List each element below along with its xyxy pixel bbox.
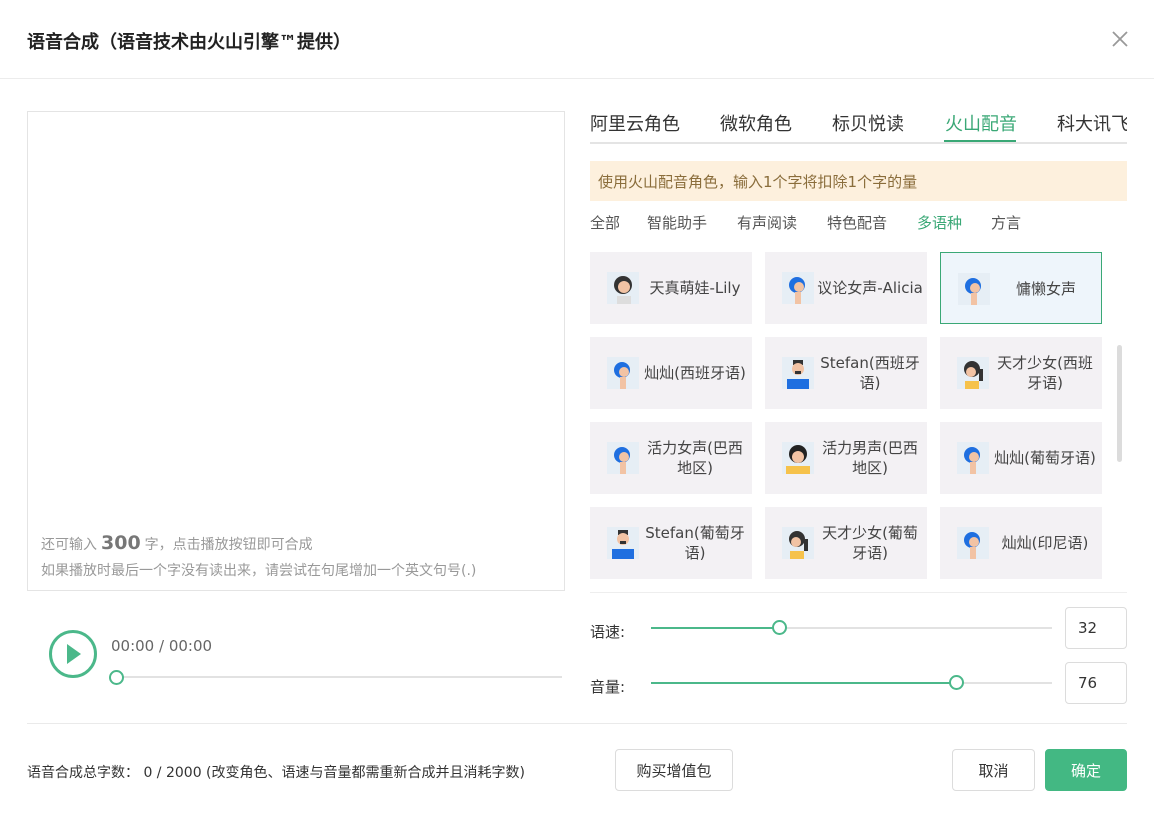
woman-avatar-icon	[607, 357, 639, 389]
voice-card[interactable]: 议论女声-Alicia	[765, 252, 927, 324]
young-man-avatar-icon	[782, 442, 814, 474]
voice-card[interactable]: Stefan(西班牙语)	[765, 337, 927, 409]
voice-card[interactable]: 灿灿(印尼语)	[940, 507, 1102, 579]
speed-slider-fill	[651, 627, 780, 629]
woman-avatar-icon	[782, 272, 814, 304]
tab-aliyun[interactable]: 阿里云角色	[590, 110, 680, 136]
remaining-count: 300	[101, 532, 141, 554]
filter-dialect[interactable]: 方言	[991, 212, 1021, 233]
man-avatar-icon	[782, 357, 814, 389]
filter-multilingual[interactable]: 多语种	[917, 212, 962, 233]
speed-slider-thumb[interactable]	[772, 620, 788, 635]
player-time: 00:00 / 00:00	[111, 637, 213, 655]
play-icon	[67, 644, 81, 664]
total-characters: 语音合成总字数： 0 / 2000 (改变角色、语速与音量都需重新合成并且消耗字…	[27, 765, 525, 781]
girl-ponytail-avatar-icon	[957, 357, 989, 389]
man-avatar-icon	[607, 527, 639, 559]
footer-divider	[27, 723, 1127, 724]
active-tab-indicator	[944, 140, 1016, 142]
volume-slider-thumb[interactable]	[948, 675, 964, 690]
girl-ponytail-avatar-icon	[782, 527, 814, 559]
voice-card[interactable]: 活力女声(巴西地区)	[590, 422, 752, 494]
buy-package-button[interactable]: 购买增值包	[615, 749, 733, 791]
tab-biaobei[interactable]: 标贝悦读	[832, 110, 904, 136]
voice-card[interactable]: 灿灿(西班牙语)	[590, 337, 752, 409]
player-progress-thumb[interactable]	[109, 670, 124, 685]
tab-volcano[interactable]: 火山配音	[945, 110, 1017, 136]
woman-avatar-icon	[958, 273, 990, 305]
dialog-title: 语音合成（语音技术由火山引擎™提供）	[27, 32, 351, 53]
filter-assistant[interactable]: 智能助手	[647, 212, 707, 233]
divider	[590, 592, 1127, 593]
filter-featured[interactable]: 特色配音	[827, 212, 887, 233]
cancel-button[interactable]: 取消	[952, 749, 1035, 791]
voice-card[interactable]: 天才少女(西班牙语)	[940, 337, 1102, 409]
dialog-header: 语音合成（语音技术由火山引擎™提供）	[0, 0, 1154, 79]
voice-card-selected[interactable]: 慵懒女声	[940, 252, 1102, 324]
woman-avatar-icon	[607, 442, 639, 474]
text-editor[interactable]: 还可输入 300 字，点击播放按钮即可合成 如果播放时最后一个字没有读出来，请尝试在…	[27, 111, 565, 591]
girl-avatar-icon	[607, 272, 639, 304]
voice-card[interactable]: 灿灿(葡萄牙语)	[940, 422, 1102, 494]
filter-all[interactable]: 全部	[590, 212, 620, 233]
player-progress-track[interactable]	[117, 676, 562, 678]
voice-grid: 天真萌娃-Lily 议论女声-Alicia 慵懒女声 灿灿(西班牙语) Stef…	[590, 252, 1130, 592]
volume-label: 音量:	[590, 678, 626, 696]
period-tip: 如果播放时最后一个字没有读出来，请尝试在句尾增加一个英文句号(.)	[41, 563, 477, 579]
provider-tabs: 阿里云角色 微软角色 标贝悦读 火山配音 科大讯飞	[590, 100, 1127, 144]
volume-input[interactable]	[1065, 662, 1127, 704]
volume-slider-fill	[651, 682, 956, 684]
speed-slider[interactable]	[651, 620, 1052, 635]
speed-input[interactable]	[1065, 607, 1127, 649]
voice-grid-scrollbar[interactable]	[1117, 345, 1122, 462]
voice-card[interactable]: 活力男声(巴西地区)	[765, 422, 927, 494]
remaining-hint: 还可输入 300 字，点击播放按钮即可合成	[41, 532, 313, 554]
voice-card[interactable]: Stefan(葡萄牙语)	[590, 507, 752, 579]
tab-microsoft[interactable]: 微软角色	[720, 110, 792, 136]
filter-audiobook[interactable]: 有声阅读	[737, 212, 797, 233]
voice-card[interactable]: 天才少女(葡萄牙语)	[765, 507, 927, 579]
voice-card[interactable]: 天真萌娃-Lily	[590, 252, 752, 324]
confirm-button[interactable]: 确定	[1045, 749, 1127, 791]
woman-avatar-icon	[957, 527, 989, 559]
woman-avatar-icon	[957, 442, 989, 474]
tab-iflytek[interactable]: 科大讯飞	[1057, 110, 1127, 136]
play-button[interactable]	[49, 630, 97, 678]
volume-slider[interactable]	[651, 675, 1052, 690]
tts-dialog: 语音合成（语音技术由火山引擎™提供） 还可输入 300 字，点击播放按钮即可合成 如…	[0, 0, 1154, 820]
usage-notice: 使用火山配音角色，输入1个字将扣除1个字的量	[590, 161, 1127, 201]
speed-label: 语速:	[590, 623, 626, 641]
close-icon[interactable]	[1108, 27, 1132, 51]
